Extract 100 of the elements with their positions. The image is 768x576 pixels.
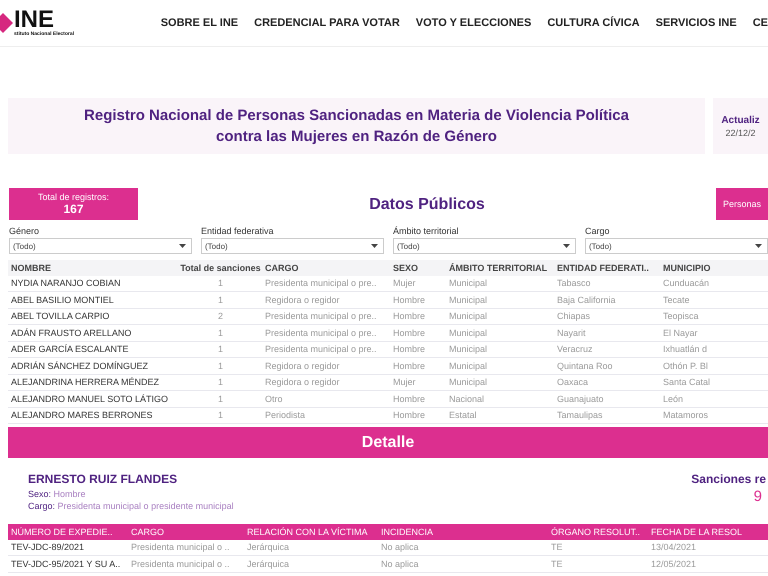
table-cell-text: Cunduacán [662, 278, 710, 288]
table-cell-text: Presidenta municipal o .. [130, 558, 231, 569]
table-cell-text: TEV-JDC-95/2021 Y SU A.. [10, 558, 122, 569]
table-cell-text: Hombre [392, 410, 426, 420]
table-cell-text: ALEJANDRO MANUEL SOTO LÁTIGO [10, 394, 170, 404]
table-cell-text: Hombre [392, 360, 426, 371]
sanctions-value: 9 [754, 488, 763, 505]
table-cell-text: ALEJANDRINA HERRERA MÉNDEZ [10, 377, 160, 388]
table-cell-text: No aplica [380, 558, 420, 569]
table-cell-text: Estatal [448, 410, 478, 420]
filter-label: Género [9, 226, 40, 236]
table-cell-text: Hombre [392, 394, 426, 404]
table-cell-text: TE [550, 558, 564, 569]
table-cell-text: Ixhuatlán d [662, 344, 708, 354]
table-cell-text: Municipal [448, 328, 488, 338]
table-cell-text: Chiapas [556, 311, 592, 322]
table-cell-text: 1 [216, 360, 224, 371]
table-cell-text: Presidenta municipal o pre.. [264, 344, 378, 354]
table-cell-text: ADRIÁN SÁNCHEZ DOMÍNGUEZ [10, 360, 150, 371]
dropdown-caret-icon [371, 244, 378, 248]
table-cell-text: ABEL BASILIO MONTIEL [10, 294, 115, 305]
filter-dropdown[interactable]: (Todo) [393, 238, 576, 254]
table-cell-text: 12/05/2021 [650, 558, 698, 569]
column-header: ENTIDAD FEDERATI.. [556, 262, 650, 273]
dashboard-title: Registro Nacional de Personas Sancionadas en Materia de Violencia Política contra las Mujeres en Razón de Género [83, 106, 630, 147]
table-cell-text: Jerárquica [246, 558, 290, 569]
filter-dropdown[interactable]: (Todo) [585, 238, 768, 254]
table-cell-text: Quintana Roo [556, 360, 614, 371]
table-cell-text: Regidora o regidor [264, 360, 341, 371]
filter-dropdown[interactable]: (Todo) [9, 238, 192, 254]
table-cell-text: NYDIA NARANJO COBIAN [10, 278, 122, 288]
person-field: Cargo: Presidenta municipal o presidente municipal [28, 501, 234, 511]
table-cell-text: Jerárquica [246, 542, 290, 552]
table-cell-text: 1 [216, 377, 224, 388]
personas-label: Personas [722, 199, 762, 209]
table-cell-text: TEV-JDC-89/2021 [10, 542, 86, 552]
dropdown-caret-icon [755, 244, 762, 248]
logo-name: INE [14, 9, 54, 31]
table-cell-text: Oaxaca [556, 377, 590, 388]
table-cell-text: Presidenta municipal o pre.. [264, 311, 378, 322]
detail-title: Detalle [362, 434, 414, 452]
table-cell-text: El Nayar [662, 328, 699, 338]
nav-link[interactable]: VOTO Y ELECCIONES [416, 17, 532, 29]
table-cell-text: Municipal [448, 360, 488, 371]
filter-dropdown[interactable]: (Todo) [201, 238, 384, 254]
table-cell-text: Periodista [264, 410, 306, 420]
column-header: ÁMBITO TERRITORIAL [448, 262, 548, 273]
person-field: Sexo: Hombre [28, 489, 234, 499]
table-cell-text: Teopisca [662, 311, 700, 322]
nav-link[interactable]: CREDENCIAL PARA VOTAR [254, 17, 400, 29]
table-cell-text: Veracruz [556, 344, 594, 354]
table-cell-text: 1 [216, 328, 224, 338]
table-cell-text: 1 [216, 294, 224, 305]
table-cell-text: Tecate [662, 294, 691, 305]
table-cell-text: Mujer [392, 278, 417, 288]
table-cell-text: TE [550, 542, 564, 552]
column-header: NOMBRE [10, 262, 52, 273]
column-header: RELACIÓN CON LA VÍCTIMA [246, 526, 369, 537]
nav-link[interactable]: SOBRE EL INE [160, 17, 238, 29]
dropdown-caret-icon [179, 244, 186, 248]
column-header: NÚMERO DE EXPEDIE.. [10, 526, 114, 537]
table-cell-text: Municipal [448, 311, 488, 322]
table-cell-text: Hombre [392, 344, 426, 354]
column-header: ÓRGANO RESOLUT.. [550, 526, 642, 537]
table-cell-text: Municipal [448, 344, 488, 354]
table-cell-text: ABEL TOVILLA CARPIO [10, 311, 110, 322]
section-title: Datos Públicos [368, 196, 486, 215]
filter-label: Entidad federativa [201, 226, 275, 236]
table-cell-text: ALEJANDRO MARES BERRONES [10, 410, 154, 420]
column-header: FECHA DE LA RESOL [650, 526, 744, 537]
sanctions-label: Sanciones re [691, 472, 766, 486]
table-cell-text: Baja California [556, 294, 617, 305]
nav-link[interactable]: SERVICIOS INE [656, 17, 737, 29]
table-cell-text: Santa Catal [662, 377, 712, 388]
total-value: 167 [63, 202, 84, 216]
table-cell-text: Regidora o regidor [264, 294, 341, 305]
update-date: 22/12/2 [725, 128, 756, 138]
table-cell-text: Hombre [392, 328, 426, 338]
table-cell-text: Presidenta municipal o pre.. [264, 278, 378, 288]
table-cell-text: Mujer [392, 377, 417, 388]
table-cell-text: 2 [216, 311, 224, 322]
table-cell-text: 13/04/2021 [650, 542, 698, 552]
table-cell-text: Matamoros [662, 410, 710, 420]
dropdown-caret-icon [563, 244, 570, 248]
table-cell-text: No aplica [380, 542, 420, 552]
table-cell-text: León [662, 394, 684, 404]
column-header: SEXO [392, 262, 420, 273]
table-cell-text: Regidora o regidor [264, 377, 341, 388]
table-cell-text: Municipal [448, 377, 488, 388]
nav-link[interactable]: CE [752, 17, 768, 29]
table-cell-text: Otro [264, 394, 284, 404]
table-cell-text: Presidenta municipal o pre.. [264, 328, 378, 338]
total-label: Total de registros: [38, 192, 110, 202]
column-header: Total de sanciones [179, 262, 262, 273]
column-header: CARGO [264, 262, 300, 273]
person-name: ERNESTO RUIZ FLANDES [28, 472, 178, 486]
nav-link[interactable]: CULTURA CÍVICA [547, 17, 640, 29]
table-cell-text: 1 [216, 344, 224, 354]
table-cell-text: Nacional [448, 394, 486, 404]
table-cell-text: Municipal [448, 278, 488, 288]
